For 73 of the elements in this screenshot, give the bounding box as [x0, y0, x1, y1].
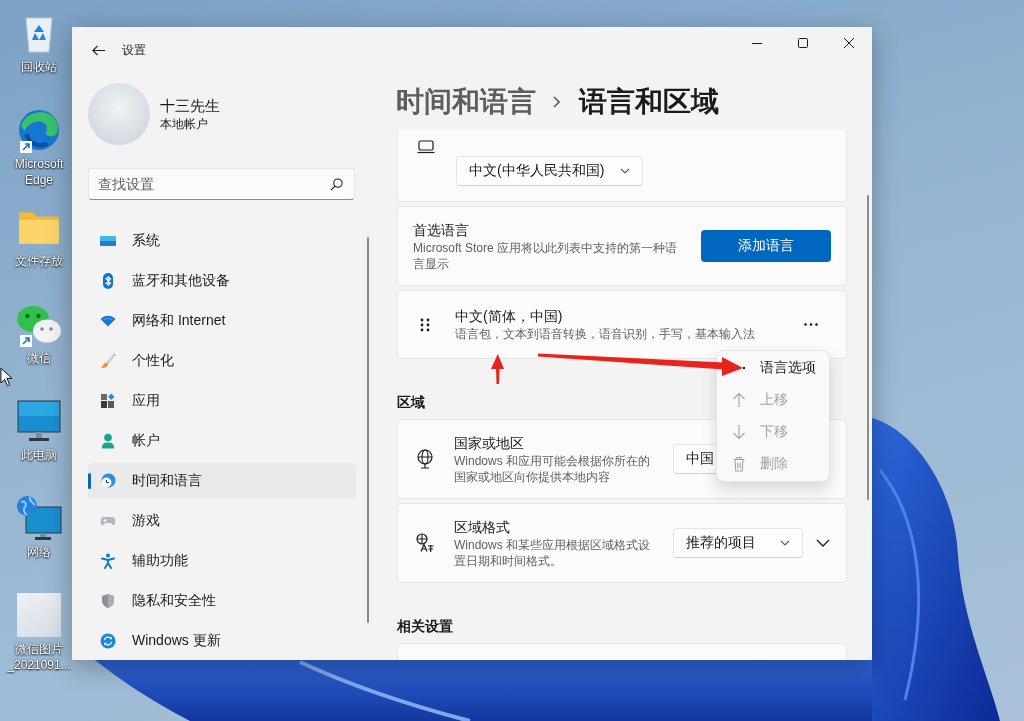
monitor-icon[interactable] [17, 400, 61, 442]
annotation-arrow [491, 354, 504, 384]
laptop-icon [417, 140, 435, 154]
account-name: 十三先生 [160, 96, 220, 116]
setting-description: Windows 和某些应用根据区域格式设置日期和时间格式。 [454, 536, 651, 569]
trash-icon [731, 456, 747, 472]
nav-item[interactable]: 游戏 [88, 503, 356, 539]
paintbrush-icon [100, 353, 116, 369]
language-features: 语言包，文本到语音转换，语音识别，手写，基本输入法 [455, 326, 756, 342]
close-icon [844, 38, 854, 48]
nav-item[interactable]: 个性化 [88, 343, 356, 379]
account-type: 本地帐户 [160, 116, 209, 132]
setting-title: 区域格式 [454, 517, 511, 537]
person-icon [100, 433, 116, 449]
nav-item[interactable]: 应用 [88, 383, 356, 419]
breadcrumb-link[interactable]: 时间和语言 [396, 82, 536, 122]
setting-description: Microsoft Store 应用将以此列表中支持的第一种语言显示 [413, 239, 679, 272]
chat-bubbles-icon[interactable] [16, 304, 62, 344]
desktop-icon-label: 文件存放 [14, 253, 64, 269]
desktop-icon-label: 微信图片_2021091... [6, 641, 72, 673]
wifi-icon [100, 313, 116, 329]
nav-item[interactable]: 帐户 [88, 423, 356, 459]
nav-item[interactable]: 蓝牙和其他设备 [88, 263, 356, 299]
nav-item[interactable]: 系统 [88, 223, 356, 259]
apps-grid-icon [100, 393, 116, 409]
chevron-down-icon [780, 540, 790, 546]
desktop-icon-label: Microsoft Edge [13, 156, 65, 188]
globe-text-icon [416, 533, 434, 553]
arrow-up-icon [731, 392, 747, 408]
scrollbar-thumb[interactable] [367, 237, 369, 623]
accessibility-icon [100, 553, 116, 569]
bluetooth-icon [100, 273, 116, 289]
desktop-icon-label: 网络 [26, 544, 52, 560]
monitor-icon [100, 233, 116, 249]
more-icon [804, 323, 818, 326]
arrow-down-icon [731, 424, 747, 440]
add-language-button[interactable]: 添加语言 [701, 230, 831, 262]
sync-icon [100, 633, 116, 649]
page-title: 语言和区域 [579, 85, 719, 119]
nav-item[interactable]: 网络和 Internet [88, 303, 356, 339]
nav-item[interactable]: 时间和语言 [88, 463, 356, 499]
maximize-icon [798, 38, 808, 48]
chevron-down-icon [620, 168, 631, 174]
setting-title: 国家或地区 [454, 433, 525, 453]
network-icon[interactable] [16, 495, 62, 541]
shield-icon [100, 593, 116, 609]
photo-thumbnail[interactable] [17, 593, 61, 637]
desktop-icon-label: 微信 [26, 350, 52, 366]
format-dropdown[interactable]: 推荐的项目 [673, 528, 803, 558]
scrollbar-thumb[interactable] [867, 195, 869, 500]
nav-item[interactable]: Windows 更新 [88, 623, 356, 659]
section-heading: 区域 [397, 393, 425, 412]
search-icon[interactable] [330, 178, 343, 191]
clock-globe-icon [100, 473, 116, 489]
globe-icon [416, 449, 434, 469]
desktop-icon-label: 此电脑 [20, 447, 58, 463]
mouse-pointer-icon [0, 367, 12, 387]
drag-handle-icon[interactable] [420, 317, 430, 332]
language-row[interactable]: 中文(简体，中国) 语言包，文本到语音转换，语音识别，手写，基本输入法 [397, 290, 847, 359]
language-dropdown[interactable]: 中文(中华人民共和国) [456, 156, 644, 186]
chevron-right-icon [553, 96, 560, 108]
expand-chevron-icon[interactable] [816, 539, 830, 547]
desktop-icon-label: 回收站 [20, 59, 58, 75]
nav-item[interactable]: 隐私和安全性 [88, 583, 356, 619]
window-title: 设置 [122, 41, 146, 59]
section-heading: 相关设置 [397, 617, 453, 636]
browser-icon[interactable] [18, 109, 60, 151]
setting-description: Windows 和应用可能会根据你所在的国家或地区向你提供本地内容 [454, 452, 651, 485]
language-name: 中文(简体，中国) [455, 307, 564, 326]
search-field[interactable]: 查找设置 [88, 168, 355, 200]
minimize-icon [752, 42, 762, 44]
nav-item[interactable]: 辅助功能 [88, 543, 356, 579]
setting-title: 首选语言 [413, 220, 470, 240]
